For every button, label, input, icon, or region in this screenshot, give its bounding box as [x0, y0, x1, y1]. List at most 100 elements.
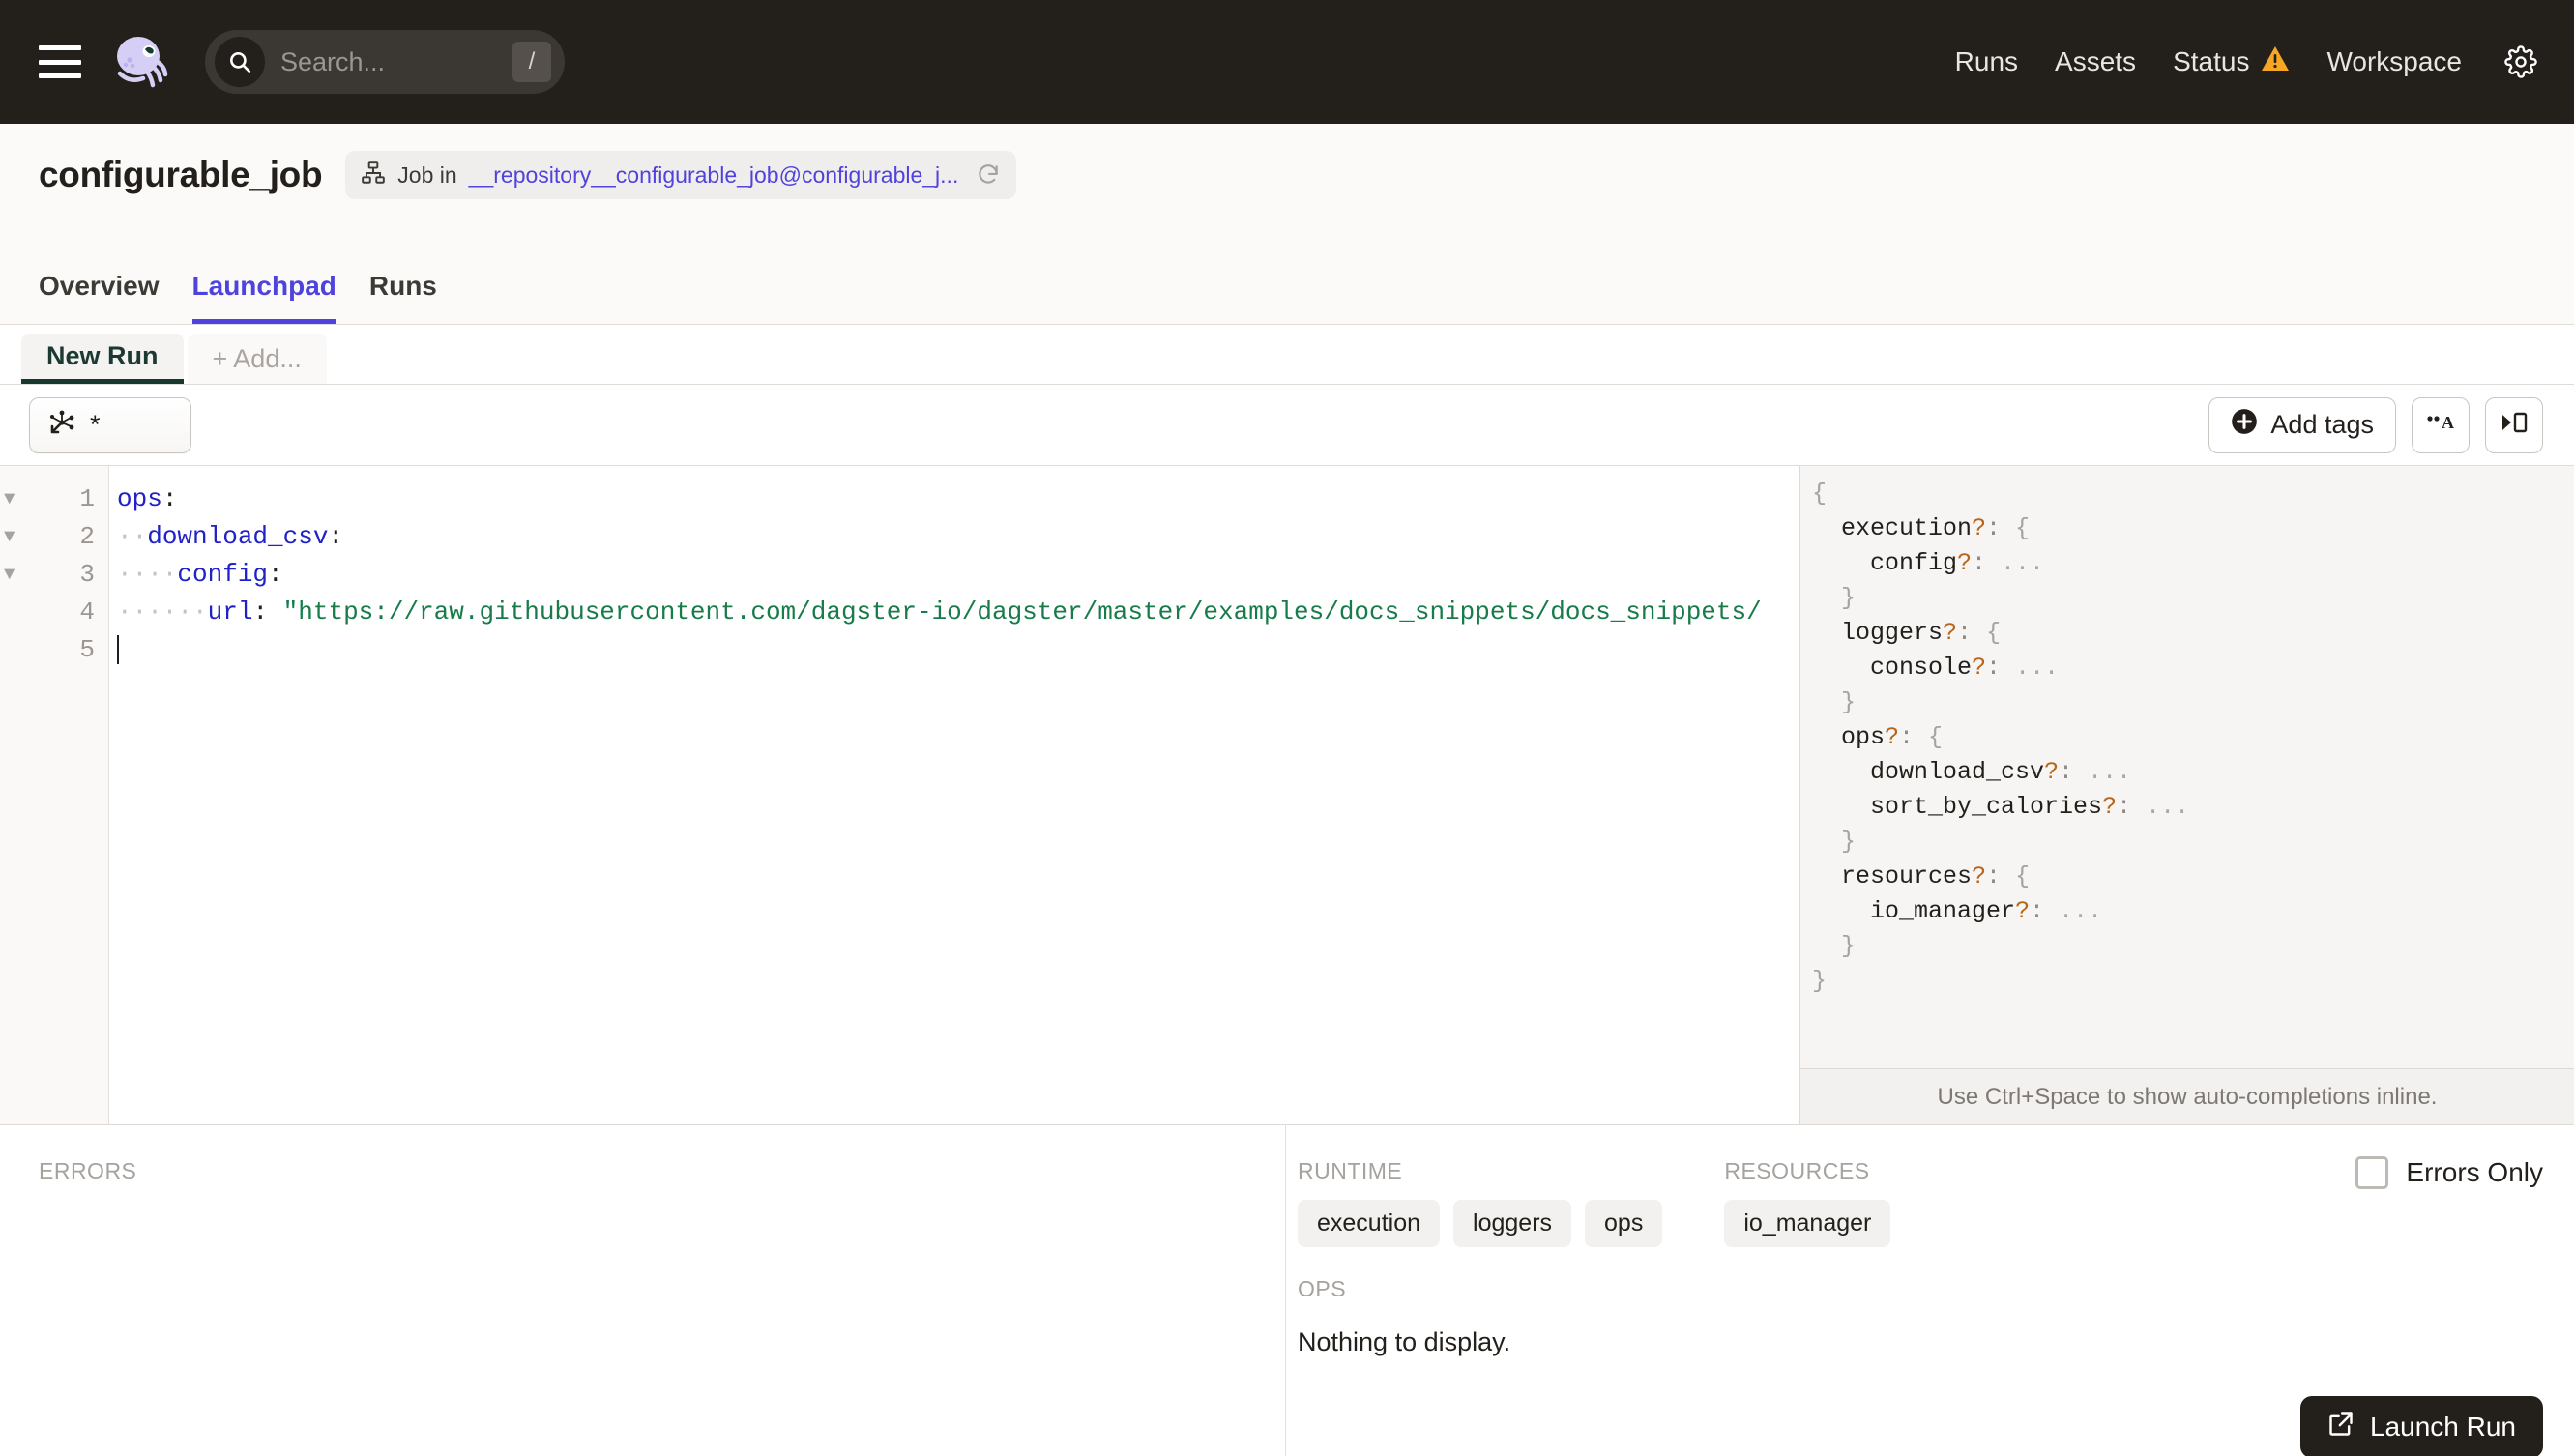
code-line: ops:: [109, 480, 1799, 517]
schema-line[interactable]: download_csv?: ...: [1812, 758, 2574, 793]
schema-optional-marker: ?: [2015, 897, 2031, 925]
fold-arrow-icon[interactable]: ▼: [0, 488, 37, 510]
schema-brace: }: [1841, 584, 1857, 612]
schema-line[interactable]: console?: ...: [1812, 654, 2574, 688]
schema-line[interactable]: resources?: {: [1812, 862, 2574, 897]
schema-colon: :: [1899, 723, 1915, 751]
gutter-line: ▼ 2: [0, 517, 108, 555]
settings-gear-icon[interactable]: [2504, 45, 2537, 78]
errors-only-checkbox-row[interactable]: Errors Only: [2355, 1156, 2543, 1189]
external-link-icon: [2327, 1411, 2355, 1444]
text-cursor: [117, 634, 119, 664]
code-key: download_csv: [147, 521, 329, 551]
op-selection-picker[interactable]: *: [29, 396, 191, 453]
schema-tail: {: [1914, 723, 1944, 751]
tab-overview-label: Overview: [39, 271, 160, 301]
add-tags-button[interactable]: Add tags: [2208, 396, 2396, 453]
top-navigation-bar: Search... / Runs Assets Status Workspace: [0, 0, 2574, 124]
runtime-pill-row: execution loggers ops: [1298, 1200, 1663, 1247]
search-input[interactable]: Search... /: [205, 30, 565, 94]
run-session-tabs: New Run + Add...: [0, 325, 2574, 385]
page-header: configurable_job Job in __repository__co…: [0, 124, 2574, 325]
schema-line[interactable]: loggers?: {: [1812, 619, 2574, 654]
run-tab-new-run[interactable]: New Run: [21, 334, 184, 384]
launch-run-button[interactable]: Launch Run: [2299, 1396, 2543, 1456]
search-placeholder: Search...: [280, 46, 386, 76]
svg-text:A: A: [2442, 413, 2454, 432]
fold-arrow-icon[interactable]: ▼: [0, 564, 37, 585]
add-tags-label: Add tags: [2270, 410, 2374, 439]
nav-link-status[interactable]: Status: [2173, 45, 2290, 78]
nav-link-status-label: Status: [2173, 46, 2250, 76]
schema-tail: {: [2001, 514, 2031, 542]
schema-key: console: [1870, 654, 1973, 682]
schema-optional-marker: ?: [1972, 654, 1987, 682]
nav-link-assets[interactable]: Assets: [2055, 46, 2136, 77]
op-graph-icon: [47, 408, 76, 442]
code-key: url: [207, 597, 253, 626]
code-line: [109, 630, 1799, 668]
errors-column: ERRORS: [0, 1125, 1286, 1456]
run-tab-add-label: + Add...: [212, 343, 302, 373]
schema-line[interactable]: io_manager?: ...: [1812, 897, 2574, 932]
hamburger-menu-icon[interactable]: [39, 45, 81, 78]
schema-optional-marker: ?: [2044, 758, 2060, 786]
refresh-icon[interactable]: [976, 162, 1001, 188]
page-tabs: Overview Launchpad Runs: [39, 271, 437, 324]
schema-optional-marker: ?: [1972, 514, 1987, 542]
schema-line[interactable]: execution?: {: [1812, 514, 2574, 549]
schema-line[interactable]: ops?: {: [1812, 723, 2574, 758]
schema-colon: :: [1957, 619, 1973, 647]
prettify-icon: A: [2425, 410, 2456, 440]
nav-link-workspace-label: Workspace: [2326, 46, 2462, 76]
nav-link-runs-label: Runs: [1954, 46, 2019, 76]
schema-key: loggers: [1841, 619, 1944, 647]
config-groups: RUNTIME execution loggers ops RESOURCES …: [1298, 1158, 2535, 1247]
yaml-code-editor[interactable]: ops: ·· download_csv: ···· config: ······ u…: [109, 466, 1799, 1124]
job-icon: [361, 160, 386, 190]
code-colon: :: [328, 521, 344, 551]
schema-line[interactable]: config?: ...: [1812, 549, 2574, 584]
tab-overview[interactable]: Overview: [39, 271, 160, 324]
search-shortcut-key: /: [512, 42, 551, 82]
schema-brace: }: [1841, 828, 1857, 856]
dagster-logo-icon[interactable]: [112, 33, 170, 91]
schema-key: ops: [1841, 723, 1886, 751]
schema-line: }: [1812, 584, 2574, 619]
runtime-pill-execution[interactable]: execution: [1298, 1200, 1441, 1247]
runtime-pill-ops[interactable]: ops: [1585, 1200, 1663, 1247]
runtime-pill-loggers[interactable]: loggers: [1453, 1200, 1572, 1247]
job-breadcrumb-chip[interactable]: Job in __repository__configurable_job@co…: [345, 151, 1017, 199]
errors-only-checkbox[interactable]: [2355, 1156, 2389, 1189]
code-key: config: [177, 559, 269, 589]
warning-triangle-icon: [2261, 45, 2290, 78]
runtime-label: RUNTIME: [1298, 1158, 1403, 1183]
schema-colon: :: [2117, 793, 2132, 821]
plus-circle-icon: [2231, 408, 2258, 442]
schema-line[interactable]: sort_by_calories?: ...: [1812, 793, 2574, 828]
schema-line: }: [1812, 967, 2574, 1002]
schema-key: io_manager: [1870, 897, 2016, 925]
run-tab-add[interactable]: + Add...: [187, 334, 327, 384]
nav-link-workspace[interactable]: Workspace: [2326, 46, 2462, 77]
schema-colon: :: [2059, 758, 2074, 786]
schema-line: {: [1812, 480, 2574, 514]
schema-brace: }: [1812, 967, 1828, 995]
code-colon: :: [161, 483, 178, 513]
resources-pill-io-manager[interactable]: io_manager: [1724, 1200, 1891, 1247]
nav-link-runs[interactable]: Runs: [1955, 46, 2018, 77]
tab-runs[interactable]: Runs: [369, 271, 437, 324]
expand-panel-icon: [2499, 410, 2530, 440]
toggle-schema-panel-button[interactable]: [2485, 396, 2543, 453]
gutter-line: ▼ 3: [0, 555, 108, 593]
schema-colon: :: [1986, 862, 2002, 890]
tab-launchpad[interactable]: Launchpad: [191, 271, 336, 324]
schema-optional-marker: ?: [1957, 549, 1973, 577]
line-number: 2: [79, 521, 95, 551]
job-chip-link[interactable]: __repository__configurable_job@configura…: [469, 162, 959, 189]
prettify-button[interactable]: A: [2412, 396, 2470, 453]
fold-arrow-icon[interactable]: ▼: [0, 526, 37, 547]
config-summary-column: RUNTIME execution loggers ops RESOURCES …: [1286, 1125, 2574, 1456]
hamburger-line: [39, 59, 81, 65]
schema-colon: :: [1986, 514, 2002, 542]
